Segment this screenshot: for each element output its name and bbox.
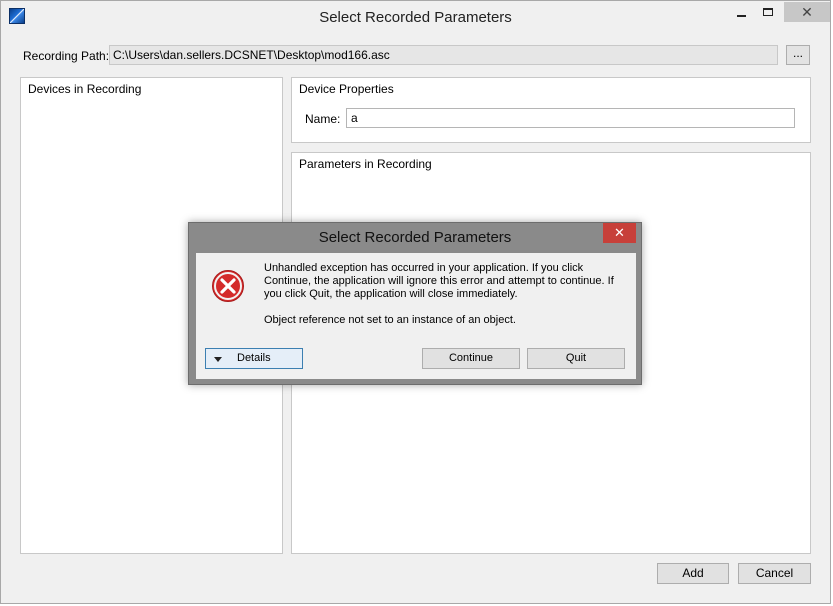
minimize-button[interactable] xyxy=(727,3,755,23)
close-button[interactable]: ✕ xyxy=(784,2,830,22)
name-label: Name: xyxy=(305,112,341,126)
properties-group-title: Device Properties xyxy=(299,82,394,96)
window-title: Select Recorded Parameters xyxy=(319,9,512,26)
error-message: Unhandled exception has occurred in your… xyxy=(264,262,614,300)
dialog-content: Unhandled exception has occurred in your… xyxy=(196,253,636,379)
chevron-down-icon xyxy=(214,357,222,362)
cancel-button[interactable]: Cancel xyxy=(738,563,811,584)
add-button[interactable]: Add xyxy=(657,563,729,584)
error-detail-message: Object reference not set to an instance … xyxy=(264,314,516,326)
title-bar[interactable]: Select Recorded Parameters ✕ xyxy=(1,1,830,32)
devices-group-title: Devices in Recording xyxy=(28,82,142,96)
parameters-group-title: Parameters in Recording xyxy=(299,157,432,171)
name-input[interactable]: a xyxy=(346,108,795,128)
details-button[interactable]: Details xyxy=(205,348,303,369)
quit-button[interactable]: Quit xyxy=(527,348,625,369)
continue-button[interactable]: Continue xyxy=(422,348,520,369)
recording-path-label: Recording Path: xyxy=(23,49,110,63)
browse-button[interactable]: ... xyxy=(786,45,810,65)
dialog-close-button[interactable]: ✕ xyxy=(603,223,636,243)
recording-path-field[interactable]: C:\Users\dan.sellers.DCSNET\Desktop\mod1… xyxy=(109,45,778,65)
exception-dialog: Select Recorded Parameters ✕ Unhandled e… xyxy=(188,222,642,385)
maximize-button[interactable] xyxy=(755,3,783,23)
error-icon xyxy=(212,270,244,302)
details-label: Details xyxy=(237,352,271,364)
dialog-title: Select Recorded Parameters xyxy=(318,229,512,246)
device-properties-group: Device Properties Name: a xyxy=(291,77,811,143)
